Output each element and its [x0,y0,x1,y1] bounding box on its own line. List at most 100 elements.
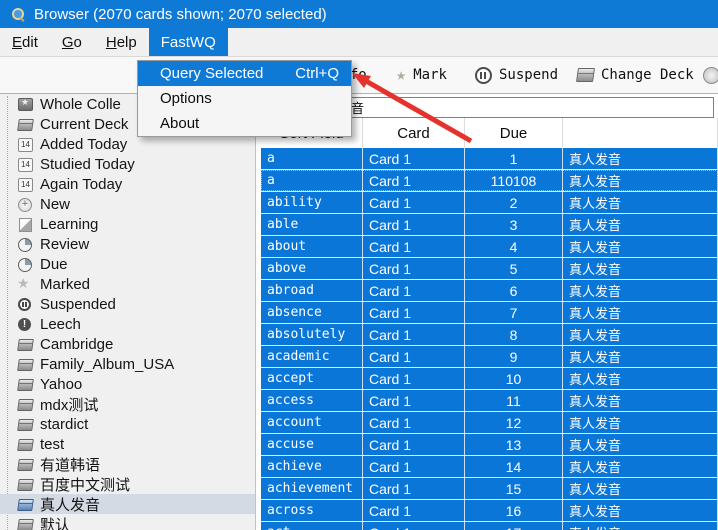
deck-icon [17,116,33,132]
table-row[interactable]: aCard 11真人发音 [261,148,718,170]
menu-go[interactable]: Go [50,28,94,56]
cell-card: Card 1 [363,456,465,477]
sidebar-item-studied-today[interactable]: Studied Today [0,154,255,174]
toolbar-item-suspend[interactable]: Suspend [475,57,558,93]
sidebar-item-有道韩语[interactable]: 有道韩语 [0,454,255,474]
column-header-card[interactable]: Card [363,118,465,148]
sidebar-item-review[interactable]: Review [0,234,255,254]
sidebar-item-test[interactable]: test [0,434,255,454]
sidebar-item-stardict[interactable]: stardict [0,414,255,434]
table-row[interactable]: achieveCard 114真人发音 [261,456,718,478]
cell-deck: 真人发音 [563,390,718,411]
table-row[interactable]: aCard 1110108真人发音 [261,170,718,192]
cell-card: Card 1 [363,192,465,213]
icon-glyph [18,258,32,272]
sidebar-item-label: New [40,196,70,213]
sidebar-item-默认[interactable]: 默认 [0,514,255,530]
deck-icon [17,416,33,432]
cell-card: Card 1 [363,500,465,521]
toolbar: iInfo★MarkSuspendChange Deck [0,57,718,94]
deck-icon [17,336,33,352]
sidebar-item-label: 有道韩语 [40,454,100,475]
icon-glyph [18,298,31,311]
table-row[interactable]: acceptCard 110真人发音 [261,368,718,390]
menu-item-about[interactable]: About [138,111,351,136]
column-header-due[interactable]: Due [465,118,563,148]
cell-sort: achieve [261,456,363,477]
sidebar-item-label: Due [40,256,68,273]
cell-sort: account [261,412,363,433]
table-row[interactable]: academicCard 19真人发音 [261,346,718,368]
sidebar-item-真人发音[interactable]: 真人发音 [0,494,255,514]
sidebar-item-label: Yahoo [40,376,82,393]
deck-icon [17,396,33,412]
deck-icon [17,516,33,530]
icon-glyph [17,419,34,431]
cell-deck: 真人发音 [563,522,718,530]
cell-sort: a [261,148,363,169]
menu-fastwq[interactable]: FastWQ [149,28,228,56]
menu-help[interactable]: Help [94,28,149,56]
sidebar-item-label: Marked [40,276,90,293]
sidebar-item-label: Whole Colle [40,96,121,113]
table-row[interactable]: accessCard 111真人发音 [261,390,718,412]
sidebar-item-百度中文测试[interactable]: 百度中文测试 [0,474,255,494]
toolbar-item-label: Mark [413,67,447,83]
deck-blue-icon [17,496,33,512]
cell-due: 5 [465,258,563,279]
menu-item-query-selected[interactable]: Query SelectedCtrl+Q [138,61,351,86]
star-icon [17,276,33,292]
sidebar-item-label: 默认 [40,514,70,530]
table-row[interactable]: acrossCard 116真人发音 [261,500,718,522]
title-bar: Browser (2070 cards shown; 2070 selected… [0,0,718,28]
icon-glyph [17,459,34,471]
icon-glyph [17,119,34,131]
table-row[interactable]: achievementCard 115真人发音 [261,478,718,500]
cell-due: 3 [465,214,563,235]
cell-sort: a [261,170,363,191]
table-row[interactable]: actCard 117真人发音 [261,522,718,530]
toolbar-item-mark[interactable]: ★Mark [396,57,447,93]
table-row[interactable]: accountCard 112真人发音 [261,412,718,434]
fastwq-menu: Query SelectedCtrl+QOptionsAbout [137,60,352,137]
sidebar-item-new[interactable]: New [0,194,255,214]
icon-glyph [18,318,31,331]
sidebar-item-mdx测试[interactable]: mdx测试 [0,394,255,414]
table-row[interactable]: ableCard 13真人发音 [261,214,718,236]
cell-card: Card 1 [363,390,465,411]
sidebar-item-yahoo[interactable]: Yahoo [0,374,255,394]
column-header-deck[interactable] [563,118,718,148]
table-row[interactable]: aboutCard 14真人发音 [261,236,718,258]
sidebar-item-label: 百度中文测试 [40,474,130,495]
table-row[interactable]: absenceCard 17真人发音 [261,302,718,324]
sidebar-item-family-album-usa[interactable]: Family_Album_USA [0,354,255,374]
table-row[interactable]: aboveCard 15真人发音 [261,258,718,280]
toolbar-item-extra[interactable] [703,57,718,93]
sidebar-item-suspended[interactable]: Suspended [0,294,255,314]
sidebar-item-again-today[interactable]: Again Today [0,174,255,194]
table-row[interactable]: abilityCard 12真人发音 [261,192,718,214]
window-title: Browser (2070 cards shown; 2070 selected… [34,6,327,23]
cell-sort: able [261,214,363,235]
sidebar-item-leech[interactable]: Leech [0,314,255,334]
cell-due: 2 [465,192,563,213]
table-row[interactable]: accuseCard 113真人发音 [261,434,718,456]
icon-glyph [17,275,30,292]
table-row[interactable]: absolutelyCard 18真人发音 [261,324,718,346]
sidebar-item-marked[interactable]: Marked [0,274,255,294]
menu-edit[interactable]: Edit [0,28,50,56]
sidebar-item-added-today[interactable]: Added Today [0,134,255,154]
cell-card: Card 1 [363,170,465,191]
cell-due: 110108 [465,170,563,191]
sidebar-item-label: Learning [40,216,98,233]
sidebar-item-due[interactable]: Due [0,254,255,274]
cell-sort: achievement [261,478,363,499]
table-row[interactable]: abroadCard 16真人发音 [261,280,718,302]
sidebar-item-learning[interactable]: Learning [0,214,255,234]
clock-icon [17,236,33,252]
toolbar-item-change-deck[interactable]: Change Deck [577,57,694,93]
sidebar-item-label: Review [40,236,89,253]
card-table: aCard 11真人发音aCard 1110108真人发音abilityCard… [258,148,718,530]
menu-item-options[interactable]: Options [138,86,351,111]
sidebar-item-cambridge[interactable]: Cambridge [0,334,255,354]
